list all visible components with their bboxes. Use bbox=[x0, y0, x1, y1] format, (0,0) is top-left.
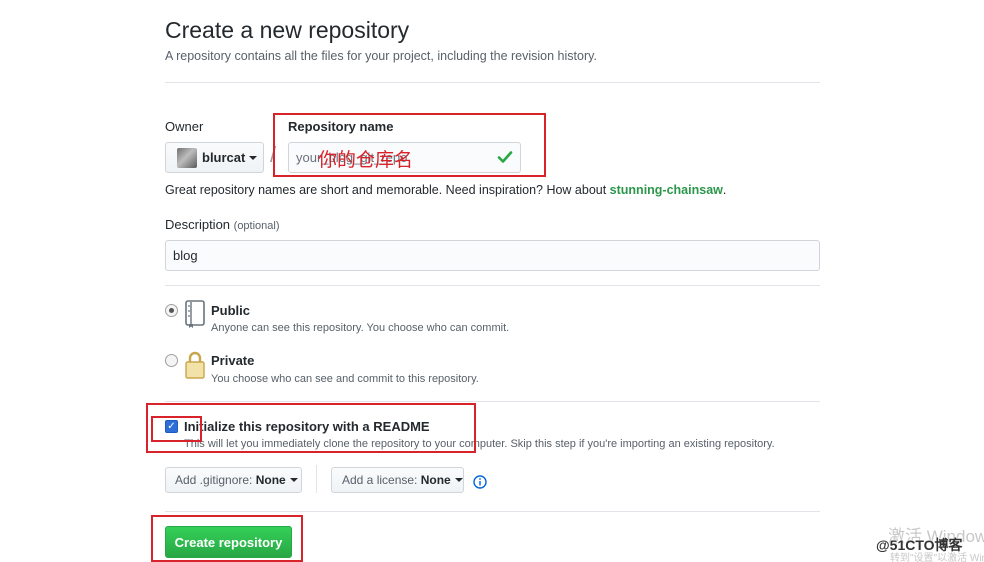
private-option-desc: You choose who can see and commit to thi… bbox=[211, 373, 479, 385]
header-divider bbox=[165, 82, 820, 83]
suggested-name-link[interactable]: stunning-chainsaw bbox=[610, 183, 723, 197]
info-icon[interactable] bbox=[473, 475, 487, 489]
license-prefix: Add a license: bbox=[342, 473, 418, 487]
gitignore-value: None bbox=[255, 473, 286, 487]
avatar bbox=[177, 147, 197, 168]
chevron-down-icon bbox=[289, 478, 298, 482]
description-label-text: Description bbox=[165, 217, 231, 232]
public-option-desc: Anyone can see this repository. You choo… bbox=[211, 322, 510, 334]
gitignore-select[interactable]: Add .gitignore: None bbox=[165, 467, 302, 493]
public-radio[interactable] bbox=[165, 304, 178, 317]
annotation-box-create bbox=[151, 515, 303, 562]
description-input[interactable]: blog bbox=[165, 240, 820, 271]
private-option-title: Private bbox=[211, 353, 255, 368]
license-select[interactable]: Add a license: None bbox=[331, 467, 464, 493]
suggestion-end: . bbox=[722, 183, 727, 197]
owner-select[interactable]: blurcat bbox=[165, 142, 264, 173]
select-separator bbox=[316, 465, 317, 493]
repo-book-icon bbox=[185, 300, 205, 328]
public-option-title: Public bbox=[211, 303, 251, 318]
description-optional: (optional) bbox=[233, 220, 280, 232]
site-watermark: @51CTO博客 bbox=[876, 537, 963, 553]
lock-icon bbox=[185, 351, 205, 379]
suggestion-text: Great repository names are short and mem… bbox=[165, 183, 610, 197]
description-value: blog bbox=[173, 248, 198, 263]
visibility-divider bbox=[165, 401, 820, 402]
license-value: None bbox=[420, 473, 451, 487]
owner-label: Owner bbox=[165, 119, 204, 134]
description-divider bbox=[165, 285, 820, 286]
options-divider bbox=[165, 511, 820, 512]
page-title: Create a new repository bbox=[165, 17, 410, 43]
gitignore-prefix: Add .gitignore: bbox=[175, 473, 253, 487]
description-label: Description (optional) bbox=[165, 217, 280, 232]
chevron-down-icon bbox=[249, 155, 258, 160]
owner-name: blurcat bbox=[202, 150, 246, 165]
annotation-box-checkbox bbox=[151, 416, 202, 442]
page-subtitle: A repository contains all the files for … bbox=[165, 49, 597, 63]
private-radio[interactable] bbox=[165, 354, 178, 367]
chevron-down-icon bbox=[454, 478, 463, 482]
name-suggestion: Great repository names are short and mem… bbox=[165, 183, 726, 197]
annotation-box-repo-name bbox=[273, 113, 546, 177]
